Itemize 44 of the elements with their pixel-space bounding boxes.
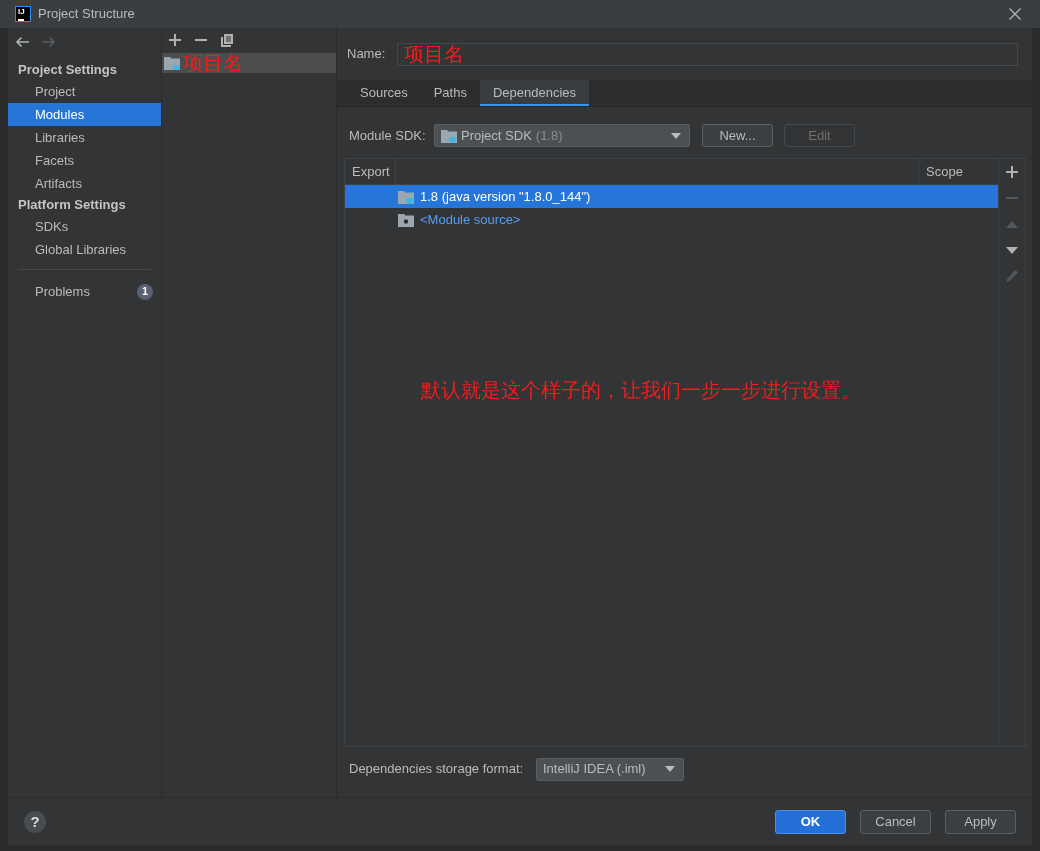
problems-count: 1	[137, 283, 153, 300]
sidebar-item[interactable]: Modules	[8, 103, 161, 126]
column-header[interactable]: Export	[345, 159, 396, 184]
section-heading: Platform Settings	[17, 196, 127, 215]
back-arrow-icon[interactable]	[15, 35, 29, 49]
sidebar-item[interactable]: Global Libraries	[8, 238, 161, 261]
dropdown-arrow-icon	[671, 132, 681, 139]
folder-icon	[164, 56, 180, 70]
name-field[interactable]: 项目名	[397, 42, 1018, 66]
problems-item[interactable]: Problems 1	[8, 280, 161, 303]
tab[interactable]: Dependencies	[479, 80, 590, 106]
sidebar-item[interactable]: SDKs	[8, 215, 161, 238]
sdk-button[interactable]: New...	[702, 124, 773, 147]
dropdown-arrow-icon	[665, 766, 675, 772]
dialog-button[interactable]: OK	[775, 809, 846, 834]
help-button[interactable]: ?	[24, 810, 46, 833]
app-logo: IJ	[15, 6, 31, 22]
dialog-button[interactable]: Cancel	[860, 809, 931, 834]
tab[interactable]: Paths	[420, 80, 480, 106]
folder-icon	[398, 189, 414, 204]
name-label: Name:	[347, 46, 387, 62]
section-heading: Project Settings	[17, 61, 118, 80]
down-triangle-icon[interactable]	[1006, 246, 1018, 254]
dialog-button[interactable]: Apply	[945, 809, 1016, 834]
sidebar-item[interactable]: Libraries	[8, 126, 161, 149]
sidebar-item[interactable]: Artifacts	[8, 172, 161, 195]
dependency-row[interactable]: 1.8 (java version "1.8.0_144")	[345, 185, 998, 208]
sdk-label: Module SDK:	[349, 127, 427, 144]
window-title: Project Structure	[38, 6, 135, 22]
column-header[interactable]: Scope	[919, 159, 998, 184]
sidebar-item[interactable]: Project	[8, 80, 161, 103]
dependency-row[interactable]: <Module source>	[345, 208, 998, 231]
sidebar-item[interactable]: Facets	[8, 149, 161, 172]
plus-icon[interactable]	[1006, 166, 1018, 178]
plus-icon[interactable]	[169, 34, 181, 46]
annotation-text: 默认就是这个样子的，让我们一步一步进行设置。	[421, 380, 861, 400]
folder-icon	[398, 212, 414, 227]
close-icon[interactable]	[1009, 8, 1021, 20]
sdk-dropdown[interactable]: Project SDK (1.8)	[434, 124, 690, 147]
storage-format-label: Dependencies storage format:	[349, 761, 525, 777]
tab[interactable]: Sources	[347, 80, 421, 106]
folder-icon	[441, 128, 457, 143]
copy-icon[interactable]	[221, 33, 233, 47]
storage-format-dropdown[interactable]: IntelliJ IDEA (.iml)	[536, 757, 684, 781]
